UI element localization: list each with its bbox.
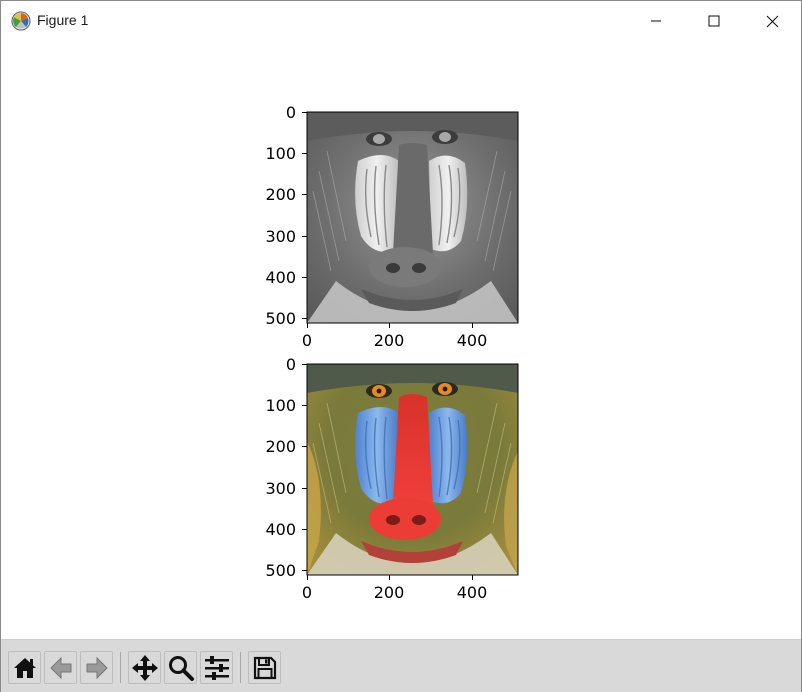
figure-svg: 0 100 200 300 400 500 0 200 400 0 100 20… bbox=[265, 103, 519, 602]
navigation-toolbar bbox=[1, 639, 801, 692]
x-tick-label: 400 bbox=[457, 583, 488, 602]
close-button[interactable] bbox=[743, 1, 801, 41]
zoom-icon bbox=[168, 655, 194, 681]
forward-button[interactable] bbox=[80, 651, 113, 684]
home-button[interactable] bbox=[8, 651, 41, 684]
color-mandrill-image bbox=[307, 364, 518, 575]
y-tick-label: 500 bbox=[265, 309, 296, 328]
back-button[interactable] bbox=[44, 651, 77, 684]
save-button[interactable] bbox=[248, 651, 281, 684]
pan-icon bbox=[131, 654, 158, 681]
y-tick-label: 100 bbox=[265, 396, 296, 415]
figure-canvas[interactable]: 0 100 200 300 400 500 0 200 400 0 100 20… bbox=[1, 41, 801, 639]
x-tick-label: 0 bbox=[302, 331, 312, 350]
x-tick-label: 0 bbox=[302, 583, 312, 602]
y-tick-label: 400 bbox=[265, 520, 296, 539]
back-icon bbox=[49, 656, 71, 679]
y-tick-label: 400 bbox=[265, 268, 296, 287]
y-tick-label: 500 bbox=[265, 561, 296, 580]
y-tick-label: 200 bbox=[265, 437, 296, 456]
x-tick-label: 200 bbox=[374, 331, 405, 350]
x-tick-label: 200 bbox=[374, 583, 405, 602]
axes-color: 0 100 200 300 400 500 0 200 400 bbox=[265, 355, 519, 602]
y-tick-label: 200 bbox=[265, 185, 296, 204]
matplotlib-logo-icon bbox=[11, 11, 31, 31]
home-icon bbox=[13, 657, 36, 678]
minimize-icon bbox=[651, 20, 661, 22]
figure-window: Figure 1 0 100 200 300 400 500 0 200 400… bbox=[0, 0, 802, 692]
minimize-button[interactable] bbox=[627, 1, 685, 41]
y-tick-label: 300 bbox=[265, 227, 296, 246]
toolbar-separator bbox=[240, 652, 241, 683]
title-bar: Figure 1 bbox=[1, 1, 801, 41]
save-icon bbox=[253, 656, 276, 679]
y-tick-label: 100 bbox=[265, 144, 296, 163]
grayscale-mandrill-image bbox=[307, 112, 518, 323]
y-tick-label: 0 bbox=[286, 103, 296, 122]
toolbar-separator bbox=[120, 652, 121, 683]
y-tick-label: 0 bbox=[286, 355, 296, 374]
pan-button[interactable] bbox=[128, 651, 161, 684]
configure-subplots-icon bbox=[204, 655, 229, 680]
y-tick-label: 300 bbox=[265, 479, 296, 498]
maximize-button[interactable] bbox=[685, 1, 743, 41]
window-title: Figure 1 bbox=[37, 12, 89, 28]
configure-subplots-button[interactable] bbox=[200, 651, 233, 684]
x-tick-label: 400 bbox=[457, 331, 488, 350]
axes-grayscale: 0 100 200 300 400 500 0 200 400 bbox=[265, 103, 519, 350]
maximize-icon bbox=[708, 15, 720, 27]
zoom-button[interactable] bbox=[164, 651, 197, 684]
close-icon bbox=[766, 15, 778, 27]
forward-icon bbox=[86, 656, 108, 679]
